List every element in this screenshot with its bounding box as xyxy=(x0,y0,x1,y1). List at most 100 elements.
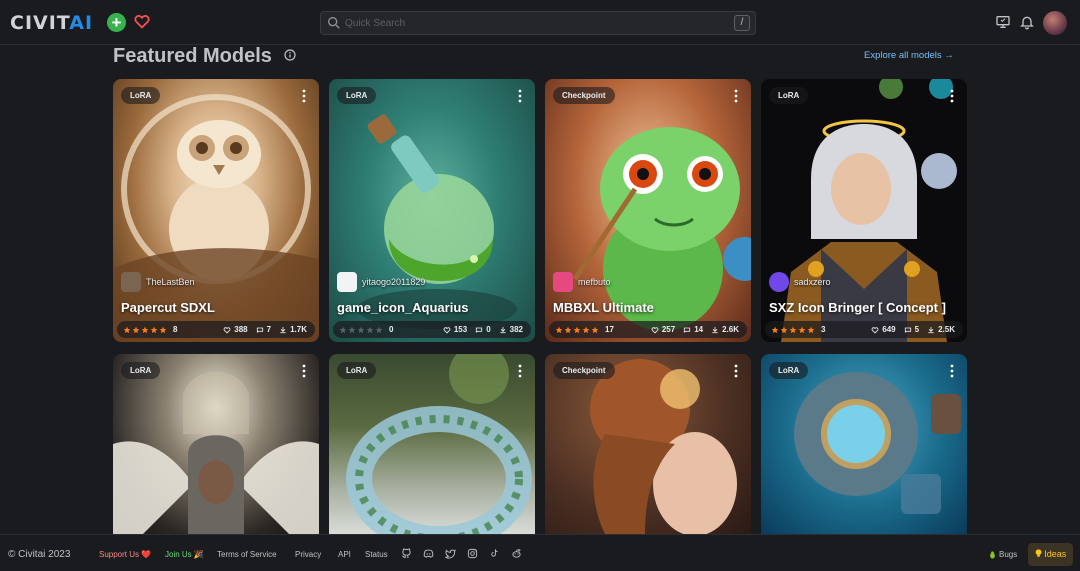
explore-all-models-link[interactable]: Explore all models → xyxy=(864,50,954,61)
model-type-badge: LoRA xyxy=(769,87,809,104)
more-options-icon[interactable] xyxy=(517,363,523,379)
rating-count: 8 xyxy=(173,325,178,334)
model-card[interactable]: Checkpoint mefbuto MBBXL Ultimate 17 257… xyxy=(545,79,751,342)
civitai-logo[interactable]: CIVITAI xyxy=(10,12,93,34)
join-us-link[interactable]: Join Us 🎉 xyxy=(165,550,204,559)
status-link[interactable]: Status xyxy=(365,550,388,559)
star-empty-icon xyxy=(339,326,347,333)
star-filled-icon xyxy=(573,326,581,333)
likes-icon xyxy=(443,326,451,333)
search-icon xyxy=(328,16,340,29)
comments-icon xyxy=(476,327,483,333)
model-card[interactable]: LoRA xyxy=(113,354,319,534)
monitor-icon[interactable] xyxy=(995,14,1011,30)
more-options-icon[interactable] xyxy=(949,88,955,104)
downloads-count: 2.5K xyxy=(938,325,955,334)
model-card[interactable]: LoRA sadxzero SXZ Icon Bringer [ Concept… xyxy=(761,79,967,342)
section-title: Featured Models xyxy=(113,45,272,67)
model-type-badge: LoRA xyxy=(121,362,161,379)
comments-count: 7 xyxy=(266,325,272,334)
rating-count: 0 xyxy=(389,325,394,334)
downloads-count: 382 xyxy=(509,325,523,334)
creator-avatar xyxy=(553,272,573,292)
card-artwork-ring xyxy=(346,354,532,534)
creator[interactable]: TheLastBen xyxy=(121,272,195,292)
rating-stars xyxy=(771,326,816,334)
comments-icon xyxy=(256,327,263,333)
heart-icon[interactable] xyxy=(133,12,151,30)
model-stats: 3 649 5 2.5K xyxy=(765,321,963,338)
github-icon[interactable] xyxy=(401,548,412,559)
star-filled-icon xyxy=(789,326,797,333)
more-options-icon[interactable] xyxy=(301,363,307,379)
creator-name: mefbuto xyxy=(578,277,611,287)
star-filled-icon xyxy=(591,326,599,333)
star-filled-icon xyxy=(159,326,167,333)
model-card[interactable]: LoRA yitaogo2011829 game_icon_Aquarius 0… xyxy=(329,79,535,342)
star-empty-icon xyxy=(348,326,356,333)
star-filled-icon xyxy=(150,326,158,333)
discord-icon[interactable] xyxy=(423,548,434,559)
model-name: MBBXL Ultimate xyxy=(553,300,654,315)
downloads-count: 2.6K xyxy=(722,325,739,334)
more-options-icon[interactable] xyxy=(733,363,739,379)
star-filled-icon xyxy=(132,326,140,333)
bugs-link[interactable]: Bugs xyxy=(999,550,1017,559)
info-icon[interactable] xyxy=(284,49,296,61)
model-card[interactable]: LoRA xyxy=(761,354,967,534)
support-us-link[interactable]: Support Us ❤️ xyxy=(99,550,151,559)
model-type-badge: LoRA xyxy=(769,362,809,379)
likes-icon xyxy=(871,326,879,333)
creator[interactable]: yitaogo2011829 xyxy=(337,272,425,292)
model-card[interactable]: Checkpoint xyxy=(545,354,751,534)
star-empty-icon xyxy=(357,326,365,333)
star-filled-icon xyxy=(771,326,779,333)
likes-count: 649 xyxy=(882,325,896,334)
model-card[interactable]: LoRA TheLastBen Papercut SDXL 8 388 7 1.… xyxy=(113,79,319,342)
footer: © Civitai 2023 Support Us ❤️ Join Us 🎉 T… xyxy=(0,534,1080,571)
privacy-link[interactable]: Privacy xyxy=(295,550,321,559)
user-avatar[interactable] xyxy=(1043,11,1067,35)
comments-icon xyxy=(904,327,911,333)
card-artwork-angel xyxy=(113,371,319,534)
creator-name: sadxzero xyxy=(794,277,831,287)
ideas-label: Ideas xyxy=(1044,549,1067,559)
api-link[interactable]: API xyxy=(338,550,351,559)
search-shortcut-hint: / xyxy=(734,15,750,31)
likes-count: 388 xyxy=(234,325,248,334)
reddit-icon[interactable] xyxy=(511,548,522,559)
twitter-icon[interactable] xyxy=(445,548,456,559)
star-filled-icon xyxy=(798,326,806,333)
more-options-icon[interactable] xyxy=(517,88,523,104)
comments-count: 0 xyxy=(486,325,491,334)
quick-search[interactable]: / xyxy=(320,11,756,35)
star-empty-icon xyxy=(366,326,374,333)
create-button[interactable]: + xyxy=(107,13,126,32)
search-input[interactable] xyxy=(345,14,725,32)
star-filled-icon xyxy=(555,326,563,333)
terms-link[interactable]: Terms of Service xyxy=(217,550,277,559)
rating-count: 17 xyxy=(605,325,614,334)
model-card[interactable]: LoRA xyxy=(329,354,535,534)
star-filled-icon xyxy=(780,326,788,333)
instagram-icon[interactable] xyxy=(467,548,478,559)
more-options-icon[interactable] xyxy=(949,363,955,379)
model-type-badge: LoRA xyxy=(337,362,377,379)
bell-icon[interactable] xyxy=(1019,14,1035,30)
creator-name: TheLastBen xyxy=(146,277,195,287)
ideas-button[interactable]: Ideas xyxy=(1028,543,1073,566)
creator[interactable]: sadxzero xyxy=(769,272,831,292)
rating-count: 3 xyxy=(821,325,826,334)
model-name: game_icon_Aquarius xyxy=(337,300,469,315)
model-name: SXZ Icon Bringer [ Concept ] xyxy=(769,300,946,315)
more-options-icon[interactable] xyxy=(733,88,739,104)
creator[interactable]: mefbuto xyxy=(553,272,611,292)
star-filled-icon xyxy=(807,326,815,333)
tiktok-icon[interactable] xyxy=(489,548,500,559)
model-name: Papercut SDXL xyxy=(121,300,215,315)
bug-icon xyxy=(990,551,995,559)
model-type-badge: Checkpoint xyxy=(553,362,615,379)
more-options-icon[interactable] xyxy=(301,88,307,104)
likes-icon xyxy=(223,326,231,333)
card-artwork-woman xyxy=(590,359,737,534)
